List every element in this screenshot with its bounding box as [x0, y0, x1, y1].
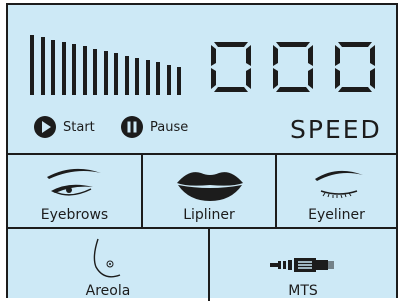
play-icon [34, 116, 56, 138]
speed-level-bar [135, 57, 139, 95]
speed-level-bar [72, 44, 76, 95]
speed-level-bar [124, 55, 129, 95]
mode-areola-button[interactable]: Areola [8, 229, 208, 301]
pause-button[interactable]: Pause [121, 115, 188, 139]
speed-level-bar [82, 46, 87, 95]
mode-eyebrows-label: Eyebrows [40, 207, 109, 223]
eyeliner-icon [315, 170, 363, 199]
speed-level-meter [30, 35, 190, 95]
eyebrow-icon [47, 168, 101, 196]
mode-eyebrows-button[interactable]: Eyebrows [8, 155, 141, 227]
mode-mts-button[interactable]: MTS [210, 229, 396, 301]
mode-eyeliner-label: Eyeliner [308, 207, 365, 223]
mode-row-1: Eyebrows Lipliner Eyeliner [8, 153, 396, 227]
mode-mts-label: MTS [288, 283, 318, 299]
speed-level-bar [177, 67, 181, 95]
pause-icon [121, 116, 143, 138]
speed-level-bar [166, 64, 171, 95]
speed-digit-1 [211, 42, 251, 92]
start-label: Start [63, 119, 95, 135]
mode-lipliner-label: Lipliner [183, 207, 235, 223]
mode-row-2: Areola MTS [8, 227, 396, 301]
pause-label: Pause [150, 119, 189, 135]
areola-icon [93, 238, 121, 278]
speed-level-bar [93, 48, 97, 95]
speed-level-bar [61, 41, 66, 95]
control-panel: SPEED Start Pause Eyebrows Lipliner Eyel… [6, 3, 398, 301]
speed-section: SPEED Start Pause [8, 5, 396, 153]
speed-digit-3 [335, 42, 375, 92]
speed-digit-2 [273, 42, 313, 92]
speed-level-bar [51, 39, 55, 95]
speed-level-bar [30, 35, 34, 95]
speed-label: SPEED [290, 115, 382, 144]
speed-level-bar [40, 37, 45, 95]
mode-eyeliner-button[interactable]: Eyeliner [277, 155, 396, 227]
speed-level-bar [103, 51, 108, 95]
mts-needle-icon [270, 258, 334, 272]
speed-level-bar [145, 60, 150, 95]
speed-level-bar [156, 62, 160, 95]
start-button[interactable]: Start [34, 115, 95, 139]
mode-areola-label: Areola [85, 283, 131, 299]
speed-level-bar [114, 53, 118, 95]
mode-lipliner-button[interactable]: Lipliner [143, 155, 275, 227]
lips-icon [177, 172, 243, 201]
